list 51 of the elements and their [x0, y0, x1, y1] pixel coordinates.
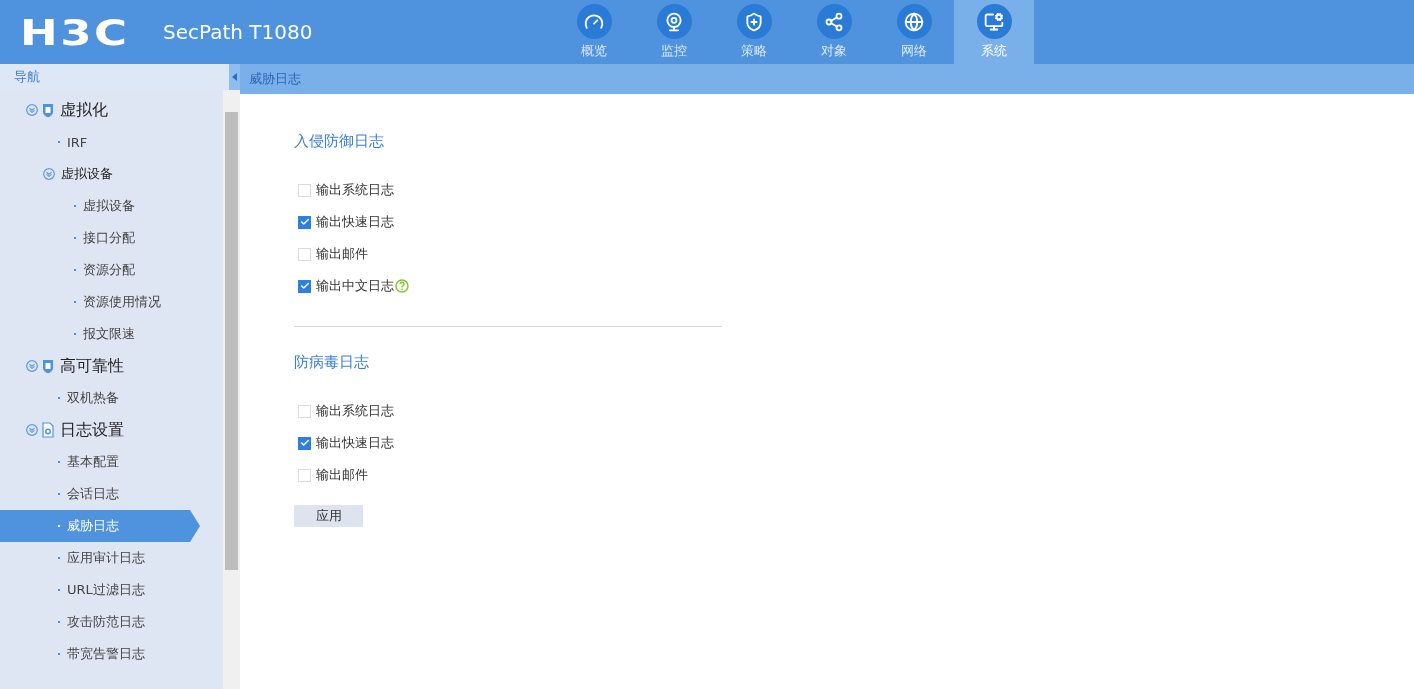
section-title: 入侵防御日志 [294, 132, 385, 152]
apply-button[interactable]: 应用 [294, 505, 363, 527]
option-label: 输出快速日志 [316, 213, 394, 231]
section-title: 防病毒日志 [294, 353, 370, 373]
option-label: 输出邮件 [316, 245, 368, 263]
collapse-button[interactable] [229, 64, 240, 90]
expand-icon[interactable] [43, 168, 55, 180]
caret-icon [232, 73, 237, 81]
document-gear-icon [42, 422, 54, 438]
tree-group-label[interactable]: 虚拟设备 [61, 165, 113, 183]
nav-item[interactable]: 应用审计日志 [0, 542, 223, 574]
option-label: 输出系统日志 [316, 181, 394, 199]
shield-icon [42, 102, 54, 118]
expand-icon[interactable] [26, 424, 38, 436]
option-label: 输出中文日志 [316, 277, 394, 295]
nav-item[interactable]: 基本配置 [0, 446, 223, 478]
product-name: SecPath T1080 [163, 20, 313, 44]
nav-item[interactable]: 报文限速 [0, 318, 223, 350]
shield-icon [42, 358, 54, 374]
option-label: 输出邮件 [316, 466, 368, 484]
shield-plus-icon [736, 4, 772, 39]
tree-group-label[interactable]: 高可靠性 [60, 355, 124, 377]
tree-group-label[interactable]: 日志设置 [60, 419, 124, 441]
nav-item[interactable]: 资源分配 [0, 254, 223, 286]
nav-item[interactable]: 会话日志 [0, 478, 223, 510]
checkbox[interactable] [298, 279, 311, 293]
logo: H3C [20, 11, 131, 53]
nav-item[interactable]: 接口分配 [0, 222, 223, 254]
expand-icon[interactable] [26, 104, 38, 116]
option-label: 输出快速日志 [316, 434, 394, 452]
sidebar-title: 导航 [14, 68, 40, 86]
nav-item[interactable]: 攻击防范日志 [0, 606, 223, 638]
share-icon [816, 4, 852, 39]
nav-item[interactable]: 双机热备 [0, 382, 223, 414]
nav-item[interactable]: IRF [0, 126, 223, 158]
help-icon[interactable] [395, 279, 409, 293]
nav-item[interactable]: 资源使用情况 [0, 286, 223, 318]
nav-item[interactable]: 带宽告警日志 [0, 638, 223, 670]
gauge-icon [576, 4, 612, 39]
webcam-icon [656, 4, 692, 39]
nav-item[interactable]: URL过滤日志 [0, 574, 223, 606]
globe-icon [896, 4, 932, 39]
checkbox[interactable] [298, 436, 311, 450]
scrollbar[interactable] [223, 90, 240, 689]
option-label: 输出系统日志 [316, 402, 394, 420]
checkbox[interactable] [298, 215, 311, 229]
monitor-gear-icon [976, 4, 1012, 39]
nav-item[interactable]: 虚拟设备 [0, 190, 223, 222]
breadcrumb: 威胁日志 [249, 70, 301, 88]
tree-group-label[interactable]: 虚拟化 [60, 99, 108, 121]
expand-icon[interactable] [26, 360, 38, 372]
